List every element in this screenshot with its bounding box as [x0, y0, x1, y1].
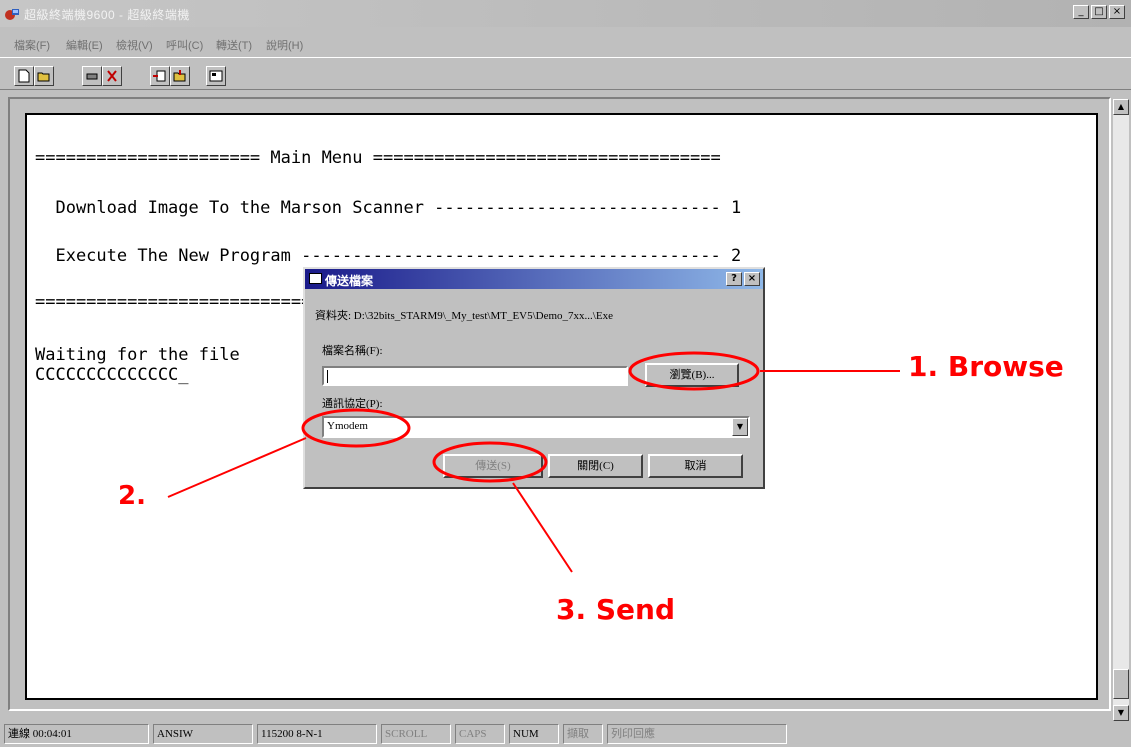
scroll-down-icon[interactable]: ▼: [1113, 705, 1129, 721]
menu-edit[interactable]: 編輯(E): [66, 37, 103, 53]
send-button[interactable]: 傳送(S): [443, 454, 543, 478]
dialog-title: 傳送檔案: [325, 274, 374, 288]
annotation-browse: 1. Browse: [908, 350, 1064, 383]
window-title: 超級終端機9600 - 超級終端機: [24, 8, 190, 22]
status-connected: 連線 00:04:01: [4, 724, 149, 744]
menu-file[interactable]: 檔案(F): [14, 37, 50, 53]
protocol-value: Ymodem: [327, 420, 368, 432]
dialog-close-action-button[interactable]: 關閉(C): [548, 454, 643, 478]
cancel-button[interactable]: 取消: [648, 454, 743, 478]
annotation-step2: 2.: [118, 481, 146, 511]
scroll-thumb[interactable]: [1113, 669, 1129, 699]
status-num: NUM: [509, 724, 559, 744]
receive-icon[interactable]: [170, 66, 190, 86]
status-port: 115200 8-N-1: [257, 724, 377, 744]
annotation-send: 3. Send: [556, 593, 675, 626]
menu-view[interactable]: 檢視(V): [116, 37, 153, 53]
folder-path: 資料夾: D:\32bits_STARM9\_My_test\MT_EV5\De…: [315, 310, 613, 322]
dialog-close-button[interactable]: ×: [744, 272, 760, 286]
protocol-select[interactable]: Ymodem ▼: [322, 416, 750, 438]
menu-help[interactable]: 說明(H): [266, 37, 303, 53]
menu-bar: 檔案(F) 編輯(E) 檢視(V) 呼叫(C) 轉送(T) 說明(H): [0, 27, 1131, 57]
chevron-down-icon[interactable]: ▼: [732, 418, 748, 436]
disconnect-icon[interactable]: [82, 66, 102, 86]
dialog-title-bar: 傳送檔案 ? ×: [305, 269, 763, 289]
open-icon[interactable]: [34, 66, 54, 86]
send-file-dialog: 傳送檔案 ? × 資料夾: D:\32bits_STARM9\_My_test\…: [303, 267, 765, 489]
filename-input[interactable]: [322, 366, 628, 386]
browse-button[interactable]: 瀏覽(B)...: [645, 363, 739, 387]
menu-call[interactable]: 呼叫(C): [166, 37, 203, 53]
status-scroll: SCROLL: [381, 724, 451, 744]
properties-icon[interactable]: [206, 66, 226, 86]
toolbar: [0, 57, 1131, 90]
send-icon[interactable]: [150, 66, 170, 86]
dial-icon[interactable]: [102, 66, 122, 86]
hyperterminal-icon: [5, 9, 19, 20]
dialog-window-icon: [309, 273, 322, 284]
new-icon[interactable]: [14, 66, 34, 86]
close-button[interactable]: ×: [1109, 5, 1125, 19]
terminal-line: Execute The New Program ----------------…: [35, 246, 742, 266]
vertical-scrollbar[interactable]: ▲ ▼: [1113, 99, 1129, 721]
menu-transfer[interactable]: 轉送(T): [216, 37, 252, 53]
status-caps: CAPS: [455, 724, 505, 744]
help-button[interactable]: ?: [726, 272, 742, 286]
filename-label: 檔案名稱(F):: [322, 345, 383, 357]
terminal-line: CCCCCCCCCCCCCC_: [35, 365, 189, 385]
text-caret: [327, 370, 328, 383]
status-emulation: ANSIW: [153, 724, 253, 744]
protocol-label: 通訊協定(P):: [322, 398, 383, 410]
status-bar: 連線 00:04:01 ANSIW 115200 8-N-1 SCROLL CA…: [0, 721, 1131, 747]
terminal-line: Download Image To the Marson Scanner ---…: [35, 198, 742, 218]
status-print-echo: 列印回應: [607, 724, 787, 744]
maximize-button[interactable]: □: [1091, 5, 1107, 19]
scroll-up-icon[interactable]: ▲: [1113, 99, 1129, 115]
status-capture: 擷取: [563, 724, 603, 744]
minimize-button[interactable]: _: [1073, 5, 1089, 19]
terminal-line: ====================== Main Menu =======…: [35, 148, 721, 168]
title-bar: 超級終端機9600 - 超級終端機 _ □ ×: [0, 0, 1131, 27]
